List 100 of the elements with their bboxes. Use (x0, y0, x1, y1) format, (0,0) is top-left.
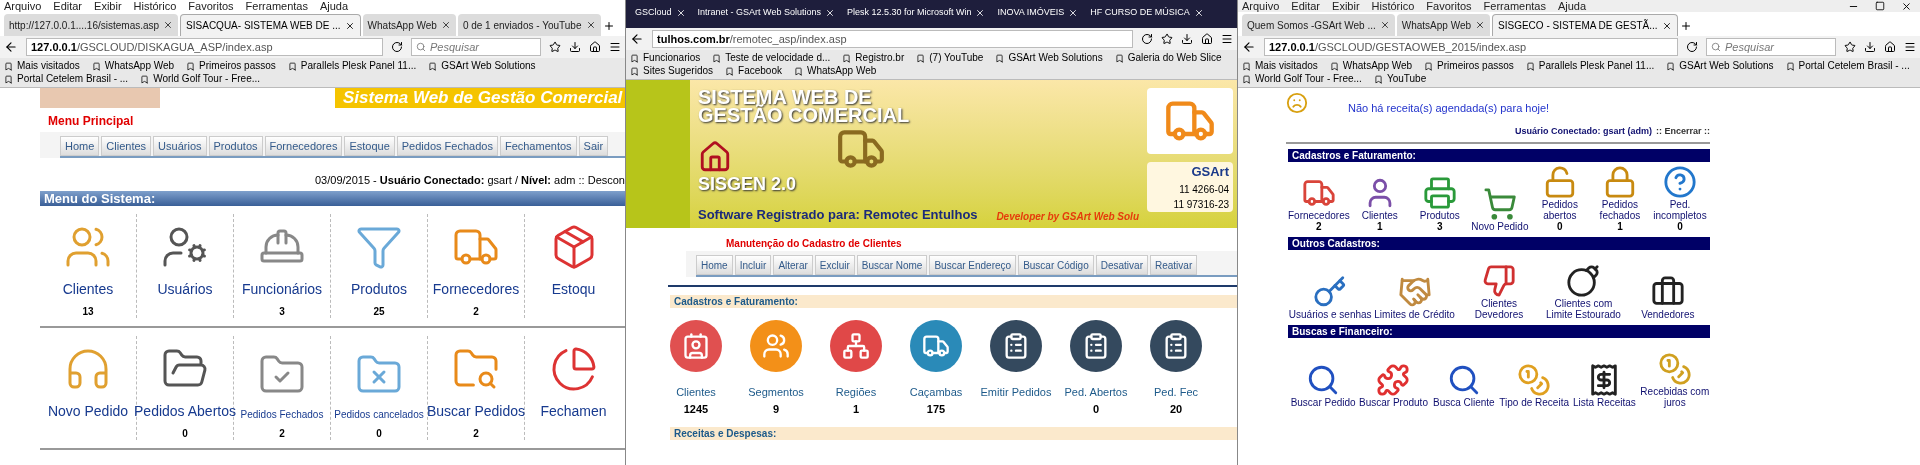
menu-link[interactable]: Regiões (835, 384, 877, 401)
menu-link[interactable]: Busca Cliente (1432, 397, 1495, 408)
nav-tab[interactable]: Sair (578, 136, 609, 156)
menu-item[interactable]: Ajuda (319, 0, 349, 12)
menu-link[interactable]: Ped. Abertos (1064, 384, 1128, 401)
close-icon[interactable] (163, 20, 174, 30)
close-icon[interactable] (1901, 0, 1912, 12)
menu-icon[interactable] (1221, 33, 1233, 45)
address-field[interactable]: tulhos.com.br/remotec_asp/index.asp (652, 30, 1133, 48)
menu-link[interactable]: Limites de Crédito (1374, 309, 1455, 320)
download-icon[interactable] (1864, 41, 1876, 53)
close-icon[interactable] (344, 20, 355, 31)
browser-tab[interactable]: http://127.0.0.1....16/sistemas.asp (4, 14, 179, 36)
close-icon[interactable] (585, 20, 596, 30)
menu-link[interactable]: Vendedores (1641, 309, 1695, 320)
menu-link[interactable]: Clientes (62, 278, 114, 300)
download-icon[interactable] (1181, 33, 1193, 45)
key-icon[interactable] (1313, 275, 1348, 309)
menu-item[interactable]: Arquivo (4, 0, 42, 12)
bookmark-link[interactable]: WhatsApp Web (806, 65, 877, 77)
nav-tab[interactable]: Buscar Código (1018, 255, 1094, 275)
menu-item[interactable]: Arquivo (1242, 0, 1280, 12)
close-icon[interactable] (1475, 20, 1486, 30)
browser-tab[interactable]: Quem Somos -GSArt Web ... (1242, 14, 1395, 36)
menu-link[interactable]: Segmentos (748, 384, 804, 401)
menu-item[interactable]: Favoritos (1426, 0, 1472, 12)
menu-link[interactable]: Buscar Pedido (1290, 397, 1356, 408)
menu-link[interactable]: Clientes (676, 384, 716, 401)
nav-tab[interactable]: Home (696, 255, 733, 275)
handshake-icon[interactable] (1397, 275, 1432, 309)
bookmark-link[interactable]: Primeiros passos (199, 60, 276, 72)
nav-tab[interactable]: Home (60, 136, 100, 156)
truck-icon[interactable] (910, 320, 962, 372)
menu-icon[interactable] (609, 41, 621, 53)
nav-tab[interactable]: Incluir (734, 255, 772, 275)
bookmark-link[interactable]: WhatsApp Web (1342, 60, 1413, 72)
menu-item[interactable]: Histórico (133, 0, 177, 12)
reload-icon[interactable] (391, 41, 403, 53)
menu-item[interactable]: Ferramentas (1483, 0, 1546, 12)
bookmark-link[interactable]: GSArt Web Solutions (441, 60, 536, 72)
nav-tab[interactable]: Desativar (1095, 255, 1148, 275)
bookmark-link[interactable]: Parallels Plesk Panel 11... (1538, 60, 1655, 72)
clipboard-icon[interactable] (990, 320, 1042, 372)
menu-item[interactable]: Editar (53, 0, 83, 12)
menu-link[interactable]: Fornecedores (432, 278, 520, 300)
address-field[interactable]: 127.0.0.1/GSCLOUD/DISKAGUA_ASP/index.asp (26, 38, 383, 56)
menu-item[interactable]: Histórico (1371, 0, 1415, 12)
bookmark-link[interactable]: Mais visitados (1255, 60, 1318, 72)
browser-tab[interactable]: SISGECO - SISTEMA DE GESTÃ... (1492, 14, 1678, 36)
nav-tab[interactable]: Usuários (153, 136, 207, 156)
home-icon[interactable] (1884, 41, 1896, 53)
menu-link[interactable]: Emitir Pedidos (980, 384, 1052, 401)
nav-tab[interactable]: Pedidos Fechados (396, 136, 498, 156)
menu-item[interactable]: Exibir (1332, 0, 1360, 12)
question-icon[interactable] (1662, 165, 1697, 199)
menu-link[interactable]: Pedidos abertos (1529, 199, 1590, 221)
bookmark-link[interactable]: World Golf Tour - Free... (153, 73, 261, 85)
bookmark-link[interactable]: Primeiros passos (1437, 60, 1514, 72)
menu-link[interactable]: Novo Pedido (47, 400, 129, 422)
bookmark-link[interactable]: Mais visitados (17, 60, 80, 72)
close-icon[interactable] (675, 8, 686, 18)
bookmark-link[interactable]: Portal Cetelem Brasil - ... (1798, 60, 1910, 72)
home-icon[interactable] (1201, 33, 1213, 45)
browser-tab[interactable]: INOVA IMÓVEIS (992, 2, 1084, 24)
menu-link[interactable]: Estoqu (551, 278, 596, 300)
cart-icon[interactable] (1482, 187, 1517, 221)
browser-tab[interactable]: GSCloud (630, 2, 691, 24)
maximize-icon[interactable] (1875, 1, 1885, 11)
menu-link[interactable]: Pedidos cancelados (334, 406, 424, 422)
menu-item[interactable]: Exibir (94, 0, 122, 12)
back-icon[interactable] (630, 32, 644, 46)
menu-item[interactable]: Ferramentas (245, 0, 308, 12)
browser-tab[interactable]: HF CURSO DE MÚSICA (1085, 2, 1209, 24)
menu-link[interactable]: Novo Pedido (1471, 221, 1529, 232)
search-field[interactable]: Pesquisar (411, 38, 541, 56)
menu-icon[interactable] (1904, 41, 1916, 53)
menu-link[interactable]: Fechamen (540, 400, 607, 422)
bookmark-link[interactable]: Funcionarios (643, 52, 701, 64)
nav-tab[interactable]: Clientes (101, 136, 152, 156)
new-tab-icon[interactable] (1679, 20, 1692, 32)
reload-icon[interactable] (1686, 41, 1698, 53)
back-icon[interactable] (4, 40, 18, 54)
close-icon[interactable] (824, 8, 835, 18)
network-icon[interactable] (830, 320, 882, 372)
close-icon[interactable] (440, 20, 451, 30)
bookmark-link[interactable]: GSArt Web Solutions (1679, 60, 1774, 72)
menu-link[interactable]: Pedidos fechados (1589, 199, 1650, 221)
menu-link[interactable]: Lista Receitas (1573, 397, 1636, 408)
browser-tab[interactable]: WhatsApp Web (1396, 14, 1491, 36)
nav-tab[interactable]: Buscar Endereço (929, 255, 1017, 275)
bookmark-link[interactable]: YouTube (1386, 73, 1427, 85)
bookmark-link[interactable]: GSArt Web Solutions (1008, 52, 1103, 64)
browser-tab[interactable]: SISACQUA- SISTEMA WEB DE ... (180, 14, 361, 36)
nav-tab[interactable]: Excluir (814, 255, 855, 275)
nav-tab[interactable]: Buscar Nome (856, 255, 928, 275)
close-icon[interactable] (1068, 8, 1079, 18)
search-field[interactable]: Pesquisar (1706, 38, 1836, 56)
menu-link[interactable]: Usuários e senhas (1288, 309, 1372, 320)
reload-icon[interactable] (1141, 33, 1153, 45)
close-icon[interactable] (975, 8, 986, 18)
